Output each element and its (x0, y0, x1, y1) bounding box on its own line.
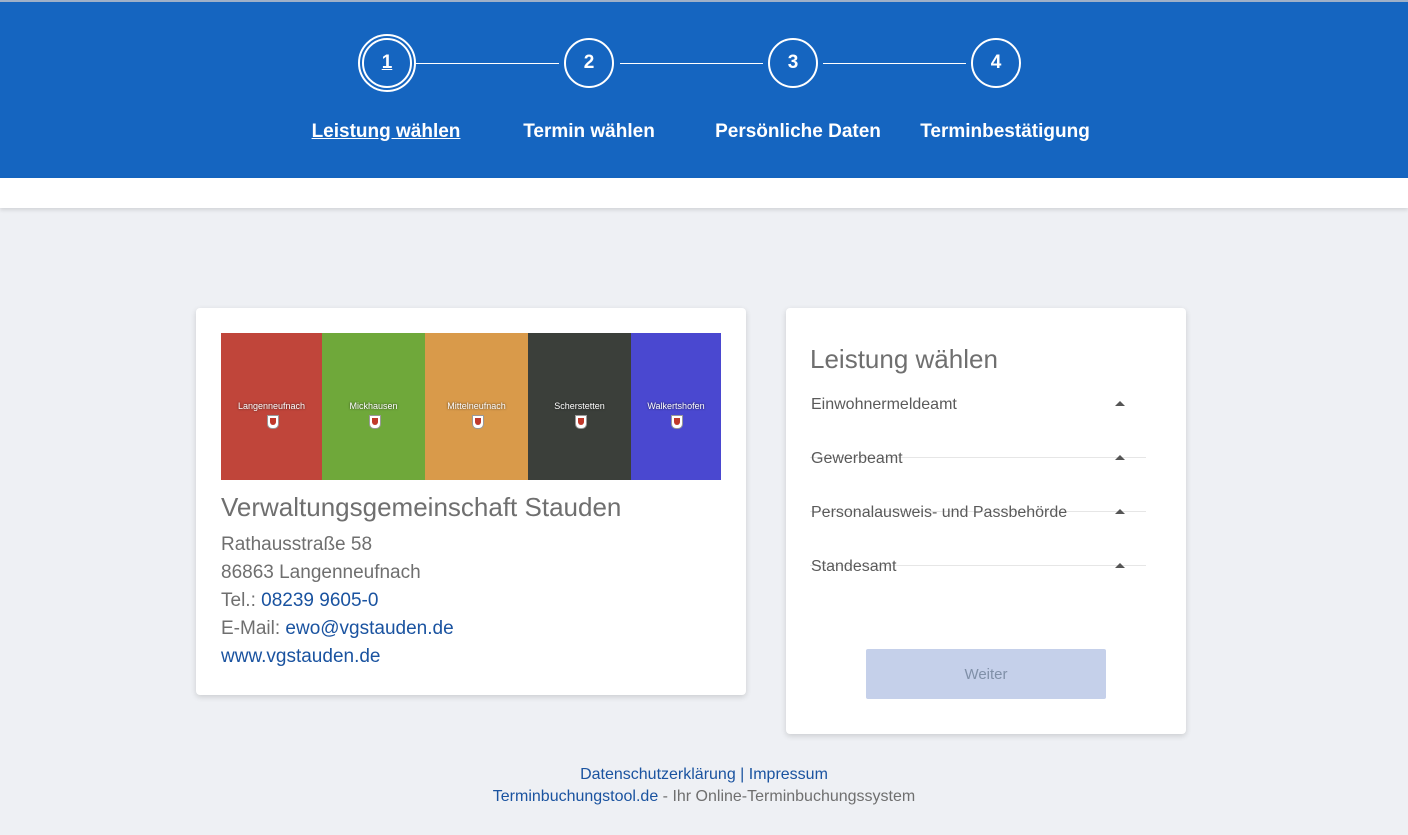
banner-panel-walkertshofen: Walkertshofen (631, 333, 721, 480)
banner-panel-mickhausen: Mickhausen (322, 333, 425, 480)
office-banner-image: Langenneufnach Mickhausen Mittelneufnach… (221, 333, 721, 480)
office-city: 86863 Langenneufnach (221, 562, 421, 583)
services-title: Leistung wählen (810, 344, 998, 374)
email-link[interactable]: ewo@vgstauden.de (285, 618, 453, 639)
office-card: Langenneufnach Mickhausen Mittelneufnach… (196, 308, 746, 695)
coat-of-arms-icon (671, 415, 683, 429)
step-4-circle: 4 (971, 38, 1021, 88)
tool-suffix: - Ihr Online-Terminbuchungssystem (658, 788, 916, 805)
tool-link[interactable]: Terminbuchungstool.de (493, 788, 658, 805)
step-1-label[interactable]: Leistung wählen (312, 121, 461, 143)
service-label: Einwohnermeldeamt (811, 396, 957, 413)
footer-tool: Terminbuchungstool.de - Ihr Online-Termi… (0, 788, 1408, 806)
services-card: Leistung wählen Einwohnermeldeamt Gewerb… (786, 308, 1186, 734)
caret-up-icon (1115, 455, 1125, 460)
banner-panel-scherstetten: Scherstetten (528, 333, 631, 480)
banner-panel-mittelneufnach: Mittelneufnach (425, 333, 528, 480)
caret-up-icon (1115, 509, 1125, 514)
step-4-label: Terminbestätigung (920, 121, 1090, 142)
step-2-label: Termin wählen (523, 121, 655, 142)
privacy-link[interactable]: Datenschutzerklärung (580, 766, 736, 783)
office-phone-row: Tel.: 08239 9605-0 (221, 590, 378, 612)
banner-town-label: Mittelneufnach (447, 401, 506, 411)
office-street: Rathausstraße 58 (221, 534, 373, 555)
banner-panel-langenneufnach: Langenneufnach (221, 333, 322, 480)
office-website-row: www.vgstauden.de (221, 646, 381, 668)
office-email-row: E-Mail: ewo@vgstauden.de (221, 618, 454, 640)
step-2-circle: 2 (564, 38, 614, 88)
step-3-label: Persönliche Daten (715, 121, 881, 142)
footer-separator: | (740, 766, 745, 783)
coat-of-arms-icon (471, 415, 484, 429)
step-connector (416, 63, 559, 64)
subheader-bar (0, 178, 1408, 208)
phone-link[interactable]: 08239 9605-0 (261, 590, 378, 611)
banner-town-label: Scherstetten (554, 401, 605, 411)
phone-label: Tel.: (221, 590, 256, 611)
banner-town-label: Langenneufnach (237, 401, 306, 411)
step-1-circle[interactable]: 1 (358, 34, 416, 92)
caret-up-icon (1115, 401, 1125, 406)
website-link[interactable]: www.vgstauden.de (221, 646, 381, 667)
footer-links: Datenschutzerklärung | Impressum (0, 766, 1408, 784)
coat-of-arms-icon (368, 415, 381, 429)
step-3-circle: 3 (768, 38, 818, 88)
stepper-header: 1 2 3 4 Leistung wählen Termin wählen Pe… (0, 2, 1408, 178)
coat-of-arms-icon (574, 415, 587, 429)
service-label: Personalausweis- und Passbehörde (811, 504, 1068, 521)
step-connector (823, 63, 966, 64)
banner-town-label: Mickhausen (349, 401, 398, 411)
step-connector (620, 63, 763, 64)
service-item-standesamt[interactable]: Standesamt (810, 558, 1146, 619)
service-label: Standesamt (811, 558, 897, 575)
email-label: E-Mail: (221, 618, 281, 639)
office-name: Verwaltungsgemeinschaft Stauden (221, 492, 622, 522)
service-label: Gewerbeamt (811, 450, 903, 467)
coat-of-arms-icon (266, 415, 279, 429)
next-button[interactable]: Weiter (866, 649, 1106, 699)
imprint-link[interactable]: Impressum (749, 766, 828, 783)
banner-town-label: Walkertshofen (647, 401, 705, 411)
caret-up-icon (1115, 563, 1125, 568)
